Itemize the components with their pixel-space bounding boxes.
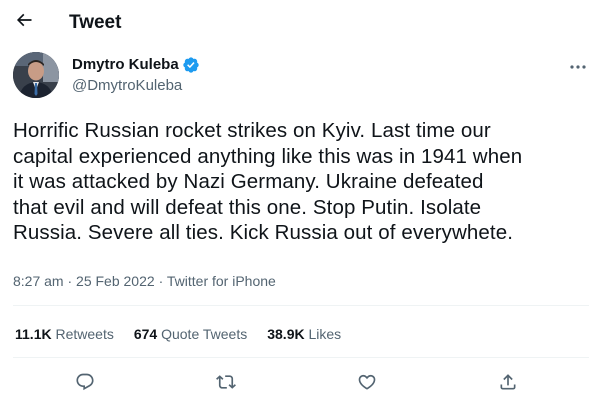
tweet-text: Horrific Russian rocket strikes on Kyiv.… <box>13 118 591 246</box>
verified-badge-icon <box>182 56 200 74</box>
quote-tweets-count: 674 <box>133 326 158 342</box>
more-horizontal-icon <box>570 57 586 75</box>
back-button[interactable] <box>12 10 36 34</box>
author-names: Dmytro Kuleba @DmytroKuleba <box>72 55 200 96</box>
share-button[interactable] <box>493 369 523 399</box>
likes-stat[interactable]: 38.9K Likes <box>267 325 341 343</box>
retweets-stat[interactable]: 11.1K Retweets <box>15 325 114 343</box>
more-button[interactable] <box>567 58 589 74</box>
tweet-text-line: Horrific Russian rocket strikes on Kyiv.… <box>13 119 491 142</box>
tweet-text-line: capital experienced anything like this w… <box>13 144 523 168</box>
retweets-count: 11.1K <box>15 326 52 342</box>
page-title: Tweet <box>69 12 122 33</box>
quote-tweets-label: Quote Tweets <box>161 326 248 342</box>
heart-icon <box>357 372 377 397</box>
like-button[interactable] <box>352 369 382 399</box>
likes-label: Likes <box>308 326 342 342</box>
tweet-text-line: Russia. Severe all ties. Kick Russia out… <box>13 221 513 244</box>
tweet-time[interactable]: 8:27 am <box>13 273 64 289</box>
reply-icon <box>75 372 95 397</box>
tweet-text-line: it was attacked by Nazi Germany. Ukraine… <box>13 170 484 193</box>
avatar[interactable] <box>13 52 59 98</box>
quote-tweets-stat[interactable]: 674 Quote Tweets <box>134 325 247 343</box>
reply-button[interactable] <box>70 369 100 399</box>
retweet-button[interactable] <box>211 369 241 399</box>
tweet-actions <box>0 369 601 399</box>
divider <box>13 305 589 306</box>
likes-count: 38.9K <box>267 326 305 342</box>
author-handle[interactable]: @DmytroKuleba <box>72 76 200 96</box>
top-bar: Tweet <box>0 0 601 46</box>
display-name[interactable]: Dmytro Kuleba <box>72 55 179 75</box>
tweet-source[interactable]: Twitter for iPhone <box>167 273 276 289</box>
tweet-date[interactable]: 25 Feb 2022 <box>76 273 155 289</box>
tweet-stats: 11.1K Retweets 674 Quote Tweets 38.9K Li… <box>15 325 361 343</box>
retweet-icon <box>216 372 236 397</box>
tweet-author: Dmytro Kuleba @DmytroKuleba <box>13 52 589 100</box>
divider <box>13 357 589 358</box>
meta-separator: · <box>67 273 73 289</box>
share-icon <box>498 372 518 397</box>
meta-separator: · <box>158 273 164 289</box>
arrow-left-icon <box>14 10 34 35</box>
tweet-meta: 8:27 am · 25 Feb 2022 · Twitter for iPho… <box>13 272 276 290</box>
tweet-text-line: that evil and will defeat this one. Stop… <box>13 195 482 219</box>
retweets-label: Retweets <box>55 326 114 342</box>
